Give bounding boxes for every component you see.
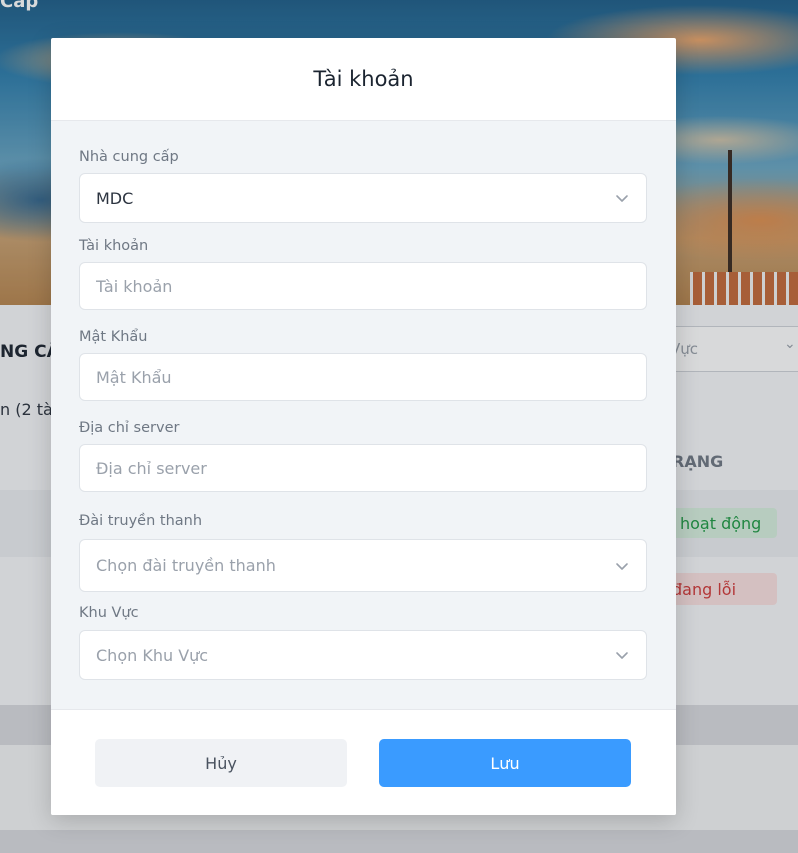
- area-placeholder: Chọn Khu Vực: [96, 645, 209, 665]
- provider-select[interactable]: MDC: [79, 173, 647, 223]
- area-label: Khu Vực: [79, 605, 139, 621]
- area-select[interactable]: Chọn Khu Vực: [79, 630, 647, 680]
- server-address-input[interactable]: [79, 444, 647, 492]
- provider-value: MDC: [96, 188, 134, 208]
- save-button[interactable]: Lưu: [379, 739, 631, 787]
- station-label: Đài truyền thanh: [79, 513, 203, 529]
- password-input[interactable]: [79, 353, 647, 401]
- password-label: Mật Khẩu: [79, 329, 148, 345]
- station-select[interactable]: Chọn đài truyền thanh: [79, 539, 647, 592]
- modal-title: Tài khoản: [313, 67, 414, 91]
- account-label: Tài khoản: [79, 238, 149, 254]
- server-label: Địa chỉ server: [79, 420, 180, 436]
- modal-header: Tài khoản: [51, 38, 676, 121]
- chevron-down-icon: [614, 190, 630, 206]
- account-input[interactable]: [79, 262, 647, 310]
- chevron-down-icon: [614, 558, 630, 574]
- account-modal: Tài khoản Nhà cung cấp MDC Tài khoản Mật…: [51, 38, 676, 815]
- provider-label: Nhà cung cấp: [79, 149, 179, 165]
- modal-body: Nhà cung cấp MDC Tài khoản Mật Khẩu Địa …: [51, 121, 676, 709]
- station-placeholder: Chọn đài truyền thanh: [96, 556, 276, 575]
- chevron-down-icon: [614, 647, 630, 663]
- modal-footer: Hủy Lưu: [51, 709, 676, 815]
- cancel-button[interactable]: Hủy: [95, 739, 347, 787]
